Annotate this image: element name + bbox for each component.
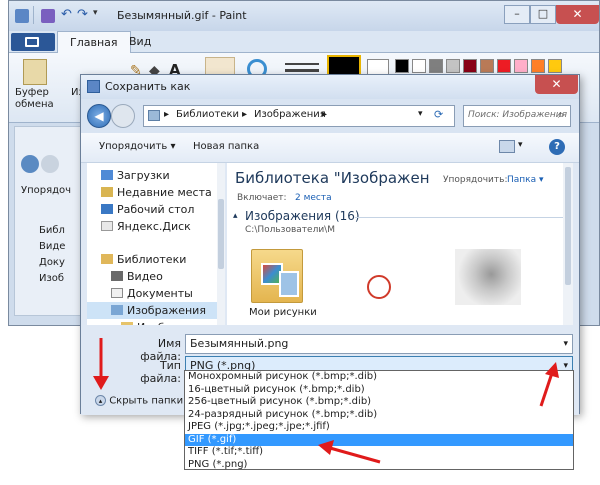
red-arrow-up xyxy=(539,362,559,407)
red-arrow-left xyxy=(318,440,381,464)
red-arrow-down xyxy=(93,338,109,390)
annotation-overlay xyxy=(93,338,559,464)
